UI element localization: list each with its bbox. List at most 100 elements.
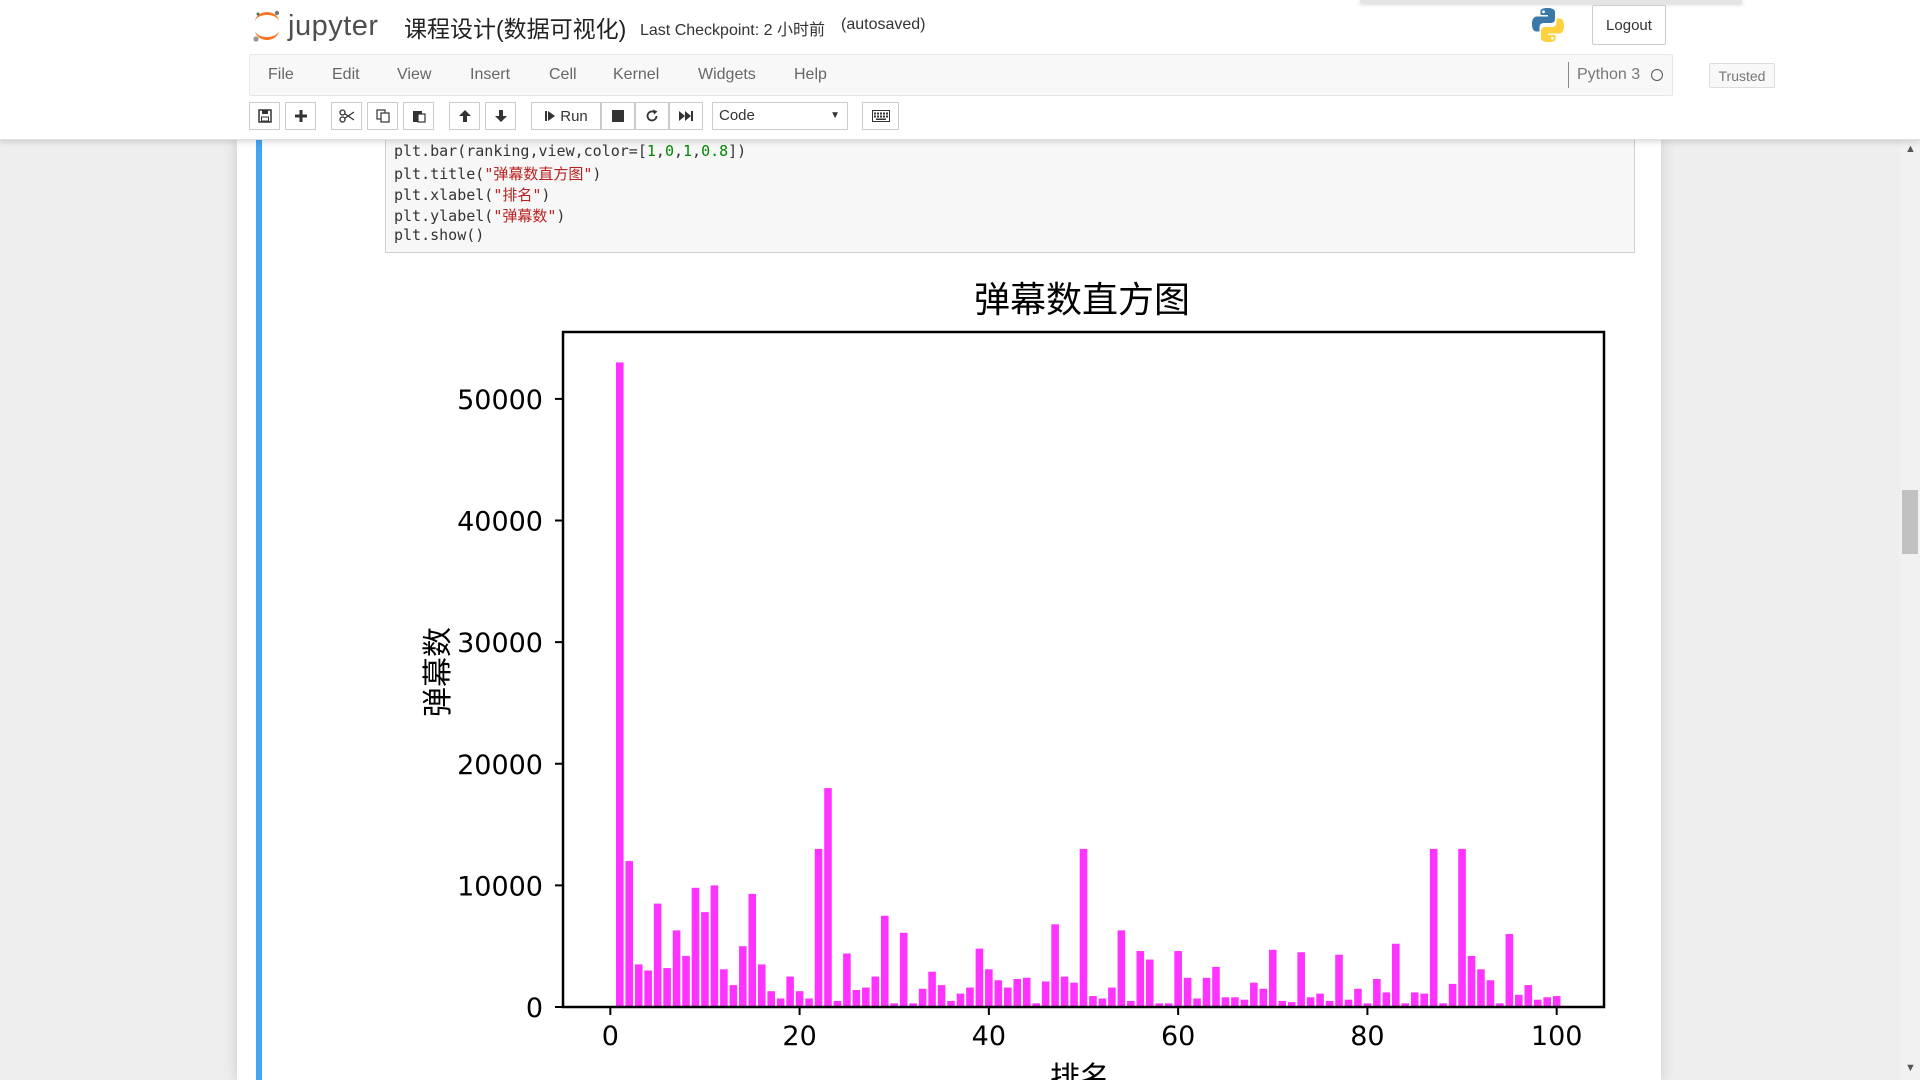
- x-tick-label: 80: [1350, 1021, 1384, 1052]
- logout-button[interactable]: Logout: [1592, 5, 1666, 45]
- notebook-name[interactable]: 课程设计(数据可视化): [404, 10, 626, 44]
- chart-bar: [1108, 987, 1116, 1007]
- save-button[interactable]: [249, 102, 280, 130]
- scrollbar-thumb[interactable]: [1902, 490, 1918, 554]
- chart-bar: [634, 964, 643, 1007]
- chart-x-axis-label: 排名: [1050, 1061, 1110, 1080]
- chart-bar: [1221, 997, 1230, 1007]
- chart-bar: [767, 991, 775, 1007]
- keyboard-icon: [871, 110, 890, 122]
- scroll-down-arrow-icon[interactable]: ▼: [1905, 1062, 1916, 1074]
- page-scrollbar[interactable]: [1900, 139, 1920, 1080]
- chart-bar: [1183, 977, 1192, 1007]
- chart-bar: [814, 848, 823, 1007]
- chart-bar: [1316, 993, 1324, 1007]
- chart-y-axis-label: 弹幕数: [421, 627, 456, 717]
- chart-bar: [1524, 985, 1533, 1007]
- chart-bar: [985, 969, 993, 1007]
- command-palette-button[interactable]: [862, 102, 899, 130]
- chart-bar: [1505, 934, 1514, 1007]
- scroll-up-arrow-icon[interactable]: ▲: [1905, 143, 1916, 155]
- menu-help[interactable]: Help: [794, 66, 827, 84]
- restart-button[interactable]: [635, 102, 669, 130]
- chart-bar: [1250, 982, 1258, 1007]
- chart-bar: [1429, 848, 1438, 1007]
- chart-bar: [1467, 955, 1476, 1007]
- copy-icon: [375, 109, 390, 123]
- chart-bar: [1458, 848, 1466, 1007]
- chart-bar: [937, 985, 946, 1007]
- chart-bar: [956, 993, 965, 1007]
- menu-edit[interactable]: Edit: [332, 66, 360, 84]
- chart-bar: [1335, 954, 1343, 1007]
- trusted-indicator[interactable]: Trusted: [1709, 63, 1775, 88]
- x-tick-label: 100: [1531, 1021, 1583, 1052]
- menubar: File Edit View Insert Cell Kernel Widget…: [249, 54, 1775, 96]
- chart-bar: [1259, 988, 1268, 1007]
- chart-bar: [795, 991, 804, 1007]
- chart-bar: [757, 964, 766, 1007]
- x-tick-label: 60: [1161, 1021, 1195, 1052]
- chart-bar: [1373, 979, 1381, 1007]
- cut-button[interactable]: [331, 102, 362, 130]
- chart-bar: [1306, 997, 1315, 1007]
- chart-bar: [862, 987, 870, 1007]
- menu-view[interactable]: View: [397, 66, 431, 84]
- chart-bar: [710, 885, 719, 1007]
- chart-bar: [975, 948, 984, 1007]
- chart-bar: [871, 976, 880, 1007]
- paste-icon: [412, 111, 426, 123]
- chart-bar: [1022, 977, 1031, 1007]
- copy-button[interactable]: [367, 102, 398, 130]
- kernel-name: Python 3: [1577, 66, 1641, 83]
- cell-type-select[interactable]: Code ▼: [712, 102, 848, 130]
- chart-bar: [843, 953, 851, 1007]
- chart-bar: [701, 912, 709, 1007]
- chart-bar: [748, 893, 757, 1007]
- chart-bar: [1212, 966, 1220, 1007]
- chart-bar: [1486, 980, 1495, 1007]
- chart-bar: [1193, 998, 1201, 1007]
- chart-bar: [824, 788, 832, 1007]
- move-up-button[interactable]: [449, 102, 480, 130]
- chart-bar: [1354, 988, 1362, 1007]
- menu-widgets[interactable]: Widgets: [698, 66, 756, 84]
- plus-icon: [294, 110, 307, 122]
- interrupt-button[interactable]: [601, 102, 635, 130]
- chart-bar: [1231, 997, 1239, 1007]
- restart-icon: [646, 109, 658, 122]
- jupyter-logo[interactable]: jupyter: [252, 6, 379, 46]
- move-down-button[interactable]: [485, 102, 516, 130]
- x-tick-label: 0: [602, 1021, 619, 1052]
- y-tick-label: 0: [526, 993, 543, 1024]
- y-tick-label: 50000: [457, 385, 543, 416]
- chart-bar: [615, 362, 624, 1007]
- kernel-idle-icon: [1651, 69, 1663, 81]
- chart-bar: [1079, 848, 1088, 1007]
- chart-bar: [1041, 981, 1050, 1007]
- menu-insert[interactable]: Insert: [470, 66, 510, 84]
- paste-button[interactable]: [403, 102, 434, 130]
- menu-cell[interactable]: Cell: [549, 66, 577, 84]
- insert-cell-button[interactable]: [285, 102, 316, 130]
- chart-bar: [1552, 996, 1561, 1007]
- logo-text: jupyter: [288, 9, 379, 42]
- chart-bar: [1051, 924, 1059, 1007]
- chart-bar: [1410, 992, 1419, 1007]
- chart-bar: [672, 930, 681, 1007]
- cell-type-value: Code: [719, 107, 755, 124]
- chart-bar: [1268, 949, 1277, 1007]
- restart-run-all-button[interactable]: [669, 102, 703, 130]
- chart-bar: [928, 971, 936, 1007]
- menu-kernel[interactable]: Kernel: [613, 66, 659, 84]
- chart-bar: [994, 980, 1003, 1007]
- x-tick-label: 40: [972, 1021, 1006, 1052]
- chart-bar: [1013, 979, 1022, 1007]
- arrow-up-icon: [458, 110, 471, 122]
- chart-bar: [918, 988, 927, 1007]
- menu-file[interactable]: File: [268, 66, 294, 84]
- chart-bar: [720, 969, 728, 1007]
- save-icon: [257, 109, 272, 123]
- chart-bar: [1202, 977, 1211, 1007]
- run-button[interactable]: Run: [531, 102, 601, 130]
